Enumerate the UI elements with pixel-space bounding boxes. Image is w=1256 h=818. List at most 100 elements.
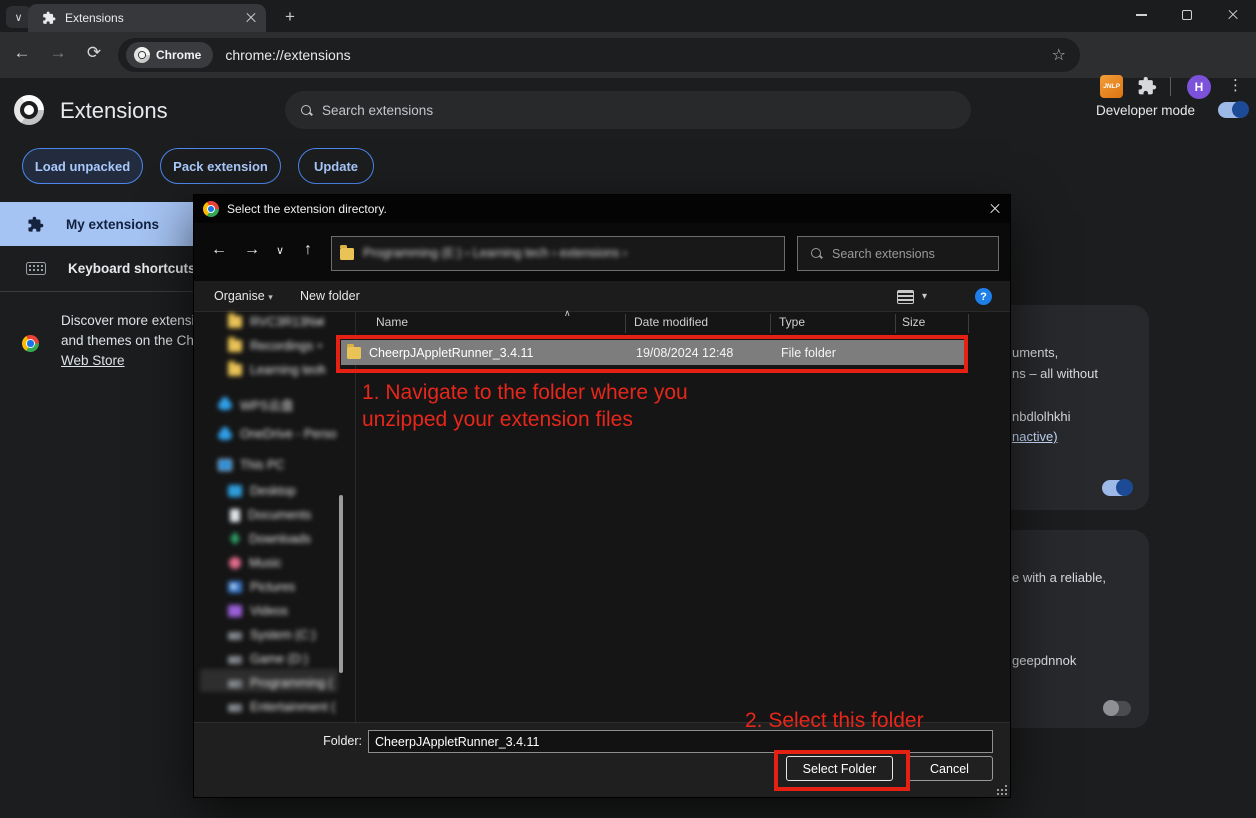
view-mode-icon[interactable]	[897, 290, 914, 304]
column-separator[interactable]	[625, 314, 626, 333]
extensions-search-box[interactable]	[285, 91, 971, 129]
extension-toggle-off[interactable]	[1103, 701, 1131, 716]
organise-label: Organise	[214, 289, 265, 303]
drive-icon	[228, 656, 242, 664]
pictures-icon	[228, 581, 242, 593]
puzzle-icon	[42, 11, 56, 25]
tree-item[interactable]: Documents	[228, 504, 311, 526]
new-tab-button[interactable]: +	[278, 5, 302, 29]
dialog-navbar: ← → ∨ ↑ Programming (E:) › Learning tech…	[194, 223, 1010, 281]
search-icon	[301, 105, 312, 116]
tree-item-label: Documents	[248, 508, 311, 522]
dialog-search-input[interactable]	[832, 247, 982, 261]
dialog-command-bar: Organise ▾ New folder ▾ ?	[194, 281, 1010, 312]
column-header-size[interactable]: Size	[902, 315, 925, 329]
tree-item[interactable]: Programming (	[228, 672, 333, 694]
annotation-rectangle-select-folder	[774, 750, 910, 791]
forward-icon[interactable]: →	[244, 241, 260, 259]
column-separator[interactable]	[968, 314, 969, 333]
column-separator[interactable]	[770, 314, 771, 333]
annotation-step2: 2. Select this folder	[745, 707, 924, 734]
desktop-icon	[228, 485, 242, 497]
browser-menu-icon[interactable]: ⋮	[1228, 76, 1243, 94]
back-icon[interactable]: ←	[10, 43, 34, 63]
update-button[interactable]: Update	[298, 148, 374, 184]
tree-item[interactable]: Desktop	[228, 480, 296, 502]
search-input[interactable]	[322, 103, 882, 118]
up-icon[interactable]: ↑	[304, 241, 312, 259]
load-unpacked-button[interactable]: Load unpacked	[22, 148, 143, 184]
web-store-link[interactable]: Web Store	[61, 353, 125, 368]
window-maximize-button[interactable]	[1164, 0, 1210, 30]
pc-icon	[218, 459, 232, 471]
cloud-icon	[218, 401, 232, 410]
toolbar-separator	[1170, 77, 1171, 96]
url-text: chrome://extensions	[225, 47, 350, 63]
drive-icon	[228, 680, 242, 688]
resize-grip[interactable]	[997, 785, 1007, 795]
back-icon[interactable]: ←	[211, 241, 227, 259]
tree-item[interactable]: Music	[228, 552, 282, 574]
developer-mode-toggle[interactable]	[1218, 102, 1248, 118]
extension-toggle-on[interactable]	[1102, 480, 1132, 496]
new-folder-button[interactable]: New folder	[300, 289, 360, 303]
tab-close-icon[interactable]	[246, 13, 256, 23]
plus-icon: +	[285, 7, 295, 27]
downloads-icon	[229, 533, 241, 545]
recent-locations-icon[interactable]: ∨	[276, 244, 284, 257]
forward-icon[interactable]: →	[46, 43, 70, 63]
breadcrumb[interactable]: Programming (E:) › Learning tech › exten…	[331, 236, 785, 271]
organise-menu[interactable]: Organise ▾	[214, 289, 273, 303]
tree-item-label: System (C:)	[250, 628, 316, 642]
tree-item[interactable]: OneDrive - Perso	[218, 423, 337, 445]
folder-icon	[228, 340, 242, 352]
tree-item[interactable]: Entertainment (	[228, 696, 335, 718]
tree-item[interactable]: Pictures	[228, 576, 295, 598]
keyboard-icon	[26, 262, 46, 275]
column-header-name[interactable]: Name	[376, 315, 408, 329]
videos-icon	[228, 605, 242, 617]
tree-item-label: Game (D:)	[250, 652, 308, 666]
extensions-page-logo-icon	[14, 95, 44, 125]
extensions-puzzle-icon[interactable]	[1137, 76, 1157, 96]
column-header-date-modified[interactable]: Date modified	[634, 315, 708, 329]
tree-item[interactable]: WPS云盘	[218, 393, 293, 415]
column-header-type[interactable]: Type	[779, 315, 805, 329]
annotation-rectangle-file-row	[336, 335, 968, 373]
dialog-close-icon[interactable]	[990, 204, 1000, 214]
tree-item[interactable]: Videos	[228, 600, 288, 622]
select-directory-dialog: Select the extension directory. ← → ∨ ↑ …	[194, 195, 1010, 797]
address-bar[interactable]: Chrome chrome://extensions ☆	[118, 38, 1080, 72]
tree-item[interactable]: RVC3R13Nvi	[228, 311, 324, 333]
tree-item[interactable]: System (C:)	[228, 624, 316, 646]
folder-field-label: Folder:	[302, 734, 362, 748]
tab-extensions[interactable]: Extensions	[28, 4, 266, 32]
tab-title: Extensions	[65, 11, 246, 25]
dialog-search-box[interactable]	[797, 236, 999, 271]
pin-icon: ✶	[316, 341, 324, 352]
view-caret-icon[interactable]: ▾	[922, 291, 927, 302]
reload-icon[interactable]: ⟳	[82, 43, 106, 63]
column-separator[interactable]	[895, 314, 896, 333]
tree-item[interactable]: Game (D:)	[228, 648, 308, 670]
tree-item[interactable]: Recordings	[228, 335, 313, 357]
toggle-knob	[1232, 101, 1249, 118]
tree-item[interactable]: Learning tech	[228, 359, 326, 381]
tree-scrollbar[interactable]	[339, 495, 343, 673]
window-minimize-button[interactable]	[1118, 0, 1164, 30]
pin-icon: ✶	[316, 365, 324, 376]
window-close-button[interactable]	[1210, 0, 1256, 30]
dialog-titlebar[interactable]: Select the extension directory.	[194, 195, 1010, 223]
tree-item[interactable]: Downloads	[228, 528, 311, 550]
pack-extension-button[interactable]: Pack extension	[160, 148, 281, 184]
drive-icon	[228, 704, 242, 712]
tree-item[interactable]: This PC	[218, 454, 284, 476]
bookmark-star-icon[interactable]: ☆	[1052, 45, 1066, 65]
help-icon[interactable]: ?	[975, 288, 992, 305]
jnlp-extension-icon[interactable]: JNLP	[1100, 75, 1123, 98]
tree-item-label: Learning tech	[250, 363, 326, 377]
card-details-link[interactable]: nactive)	[1012, 429, 1058, 444]
cancel-button[interactable]: Cancel	[906, 756, 993, 781]
profile-avatar[interactable]: H	[1187, 75, 1211, 99]
page-title: Extensions	[60, 98, 168, 124]
